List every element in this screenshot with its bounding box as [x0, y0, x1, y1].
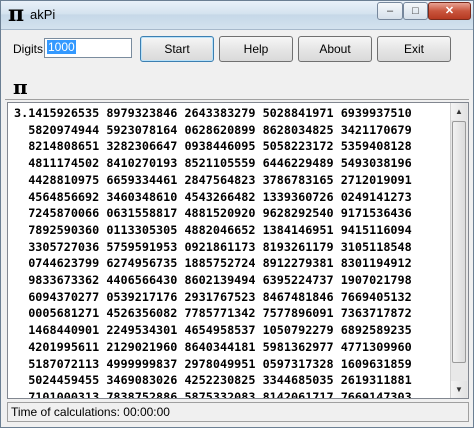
pi-symbol: π — [13, 75, 28, 99]
divider — [5, 99, 469, 100]
pi-app-icon: π — [8, 1, 25, 27]
maximize-button[interactable]: □ — [403, 2, 428, 20]
pi-digits-text: 3.1415926535 8979323846 2643383279 50288… — [14, 106, 412, 399]
about-button[interactable]: About — [298, 36, 372, 62]
app-window: π akPi ‒ □ ✕ Digits 1000 Start Help Abou… — [0, 0, 474, 428]
help-button[interactable]: Help — [219, 36, 293, 62]
minimize-button[interactable]: ‒ — [377, 2, 403, 20]
start-button[interactable]: Start — [140, 36, 214, 62]
scroll-up-arrow-icon[interactable]: ▲ — [451, 103, 467, 120]
title-bar[interactable]: π akPi ‒ □ ✕ — [1, 1, 473, 30]
digits-label: Digits — [13, 42, 44, 56]
window-title: akPi — [30, 7, 56, 22]
digits-input[interactable]: 1000 — [44, 38, 132, 58]
digits-output-area[interactable]: 3.1415926535 8979323846 2643383279 50288… — [7, 102, 469, 399]
scroll-down-arrow-icon[interactable]: ▼ — [451, 381, 467, 398]
vertical-scrollbar[interactable]: ▲ ▼ — [450, 103, 468, 398]
status-bar: Time of calculations: 00:00:00 — [7, 402, 469, 422]
exit-button[interactable]: Exit — [377, 36, 451, 62]
scroll-thumb[interactable] — [452, 121, 466, 363]
close-button[interactable]: ✕ — [428, 2, 471, 20]
digits-input-value[interactable]: 1000 — [47, 40, 76, 54]
